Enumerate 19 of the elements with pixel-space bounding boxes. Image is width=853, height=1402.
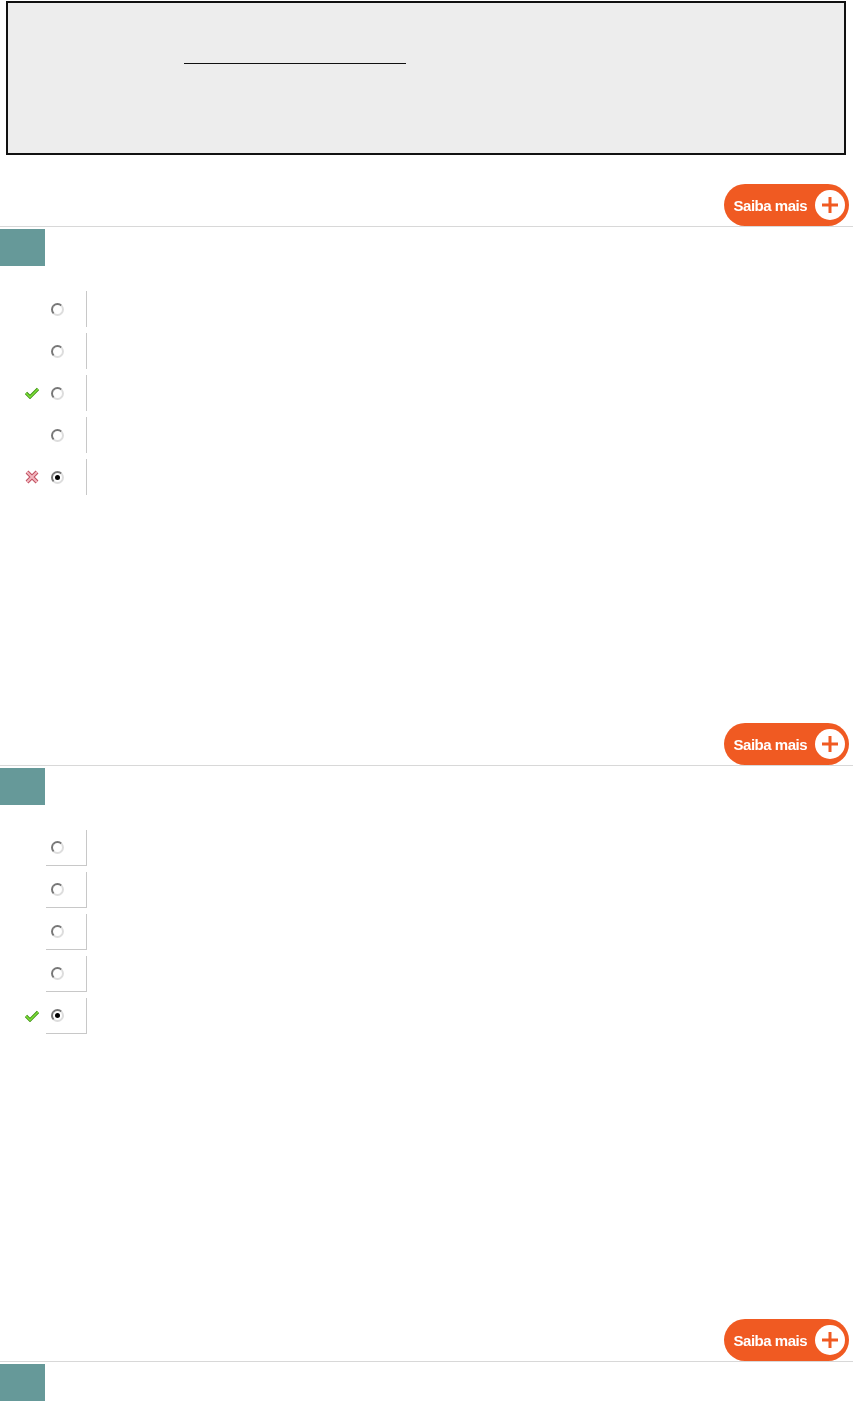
question-number-tile (0, 768, 45, 805)
radio-button[interactable] (51, 470, 64, 484)
plus-icon (815, 729, 845, 759)
learn-more-button[interactable]: Saiba mais (723, 723, 849, 765)
radio-button[interactable] (51, 428, 64, 442)
radio-button[interactable] (51, 344, 64, 358)
radio-button[interactable] (51, 1009, 64, 1022)
radio-button[interactable] (51, 967, 64, 980)
radio-button[interactable] (51, 386, 64, 400)
plus-icon (815, 190, 845, 220)
radio-button[interactable] (51, 883, 64, 896)
radio-button[interactable] (51, 841, 64, 854)
radio-button[interactable] (51, 302, 64, 316)
learn-more-button[interactable]: Saiba mais (723, 184, 849, 226)
plus-icon (815, 1325, 845, 1355)
learn-more-button[interactable]: Saiba mais (723, 1319, 849, 1361)
question-number-tile (0, 229, 45, 266)
question-number-tile (0, 1364, 45, 1401)
radio-button[interactable] (51, 925, 64, 938)
